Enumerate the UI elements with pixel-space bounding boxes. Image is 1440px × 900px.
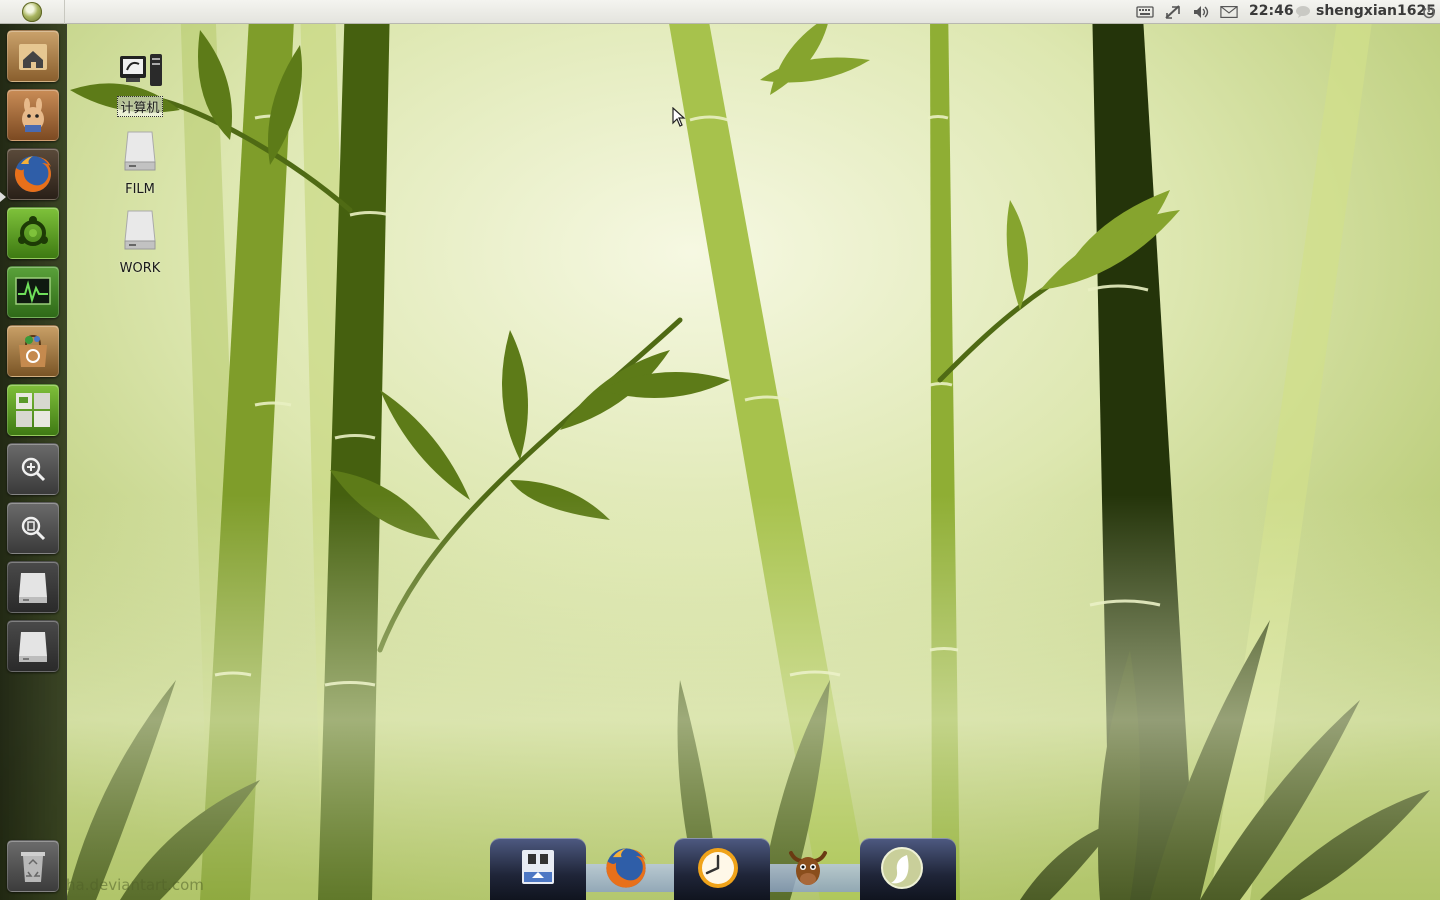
session-menu[interactable] [1420, 0, 1438, 24]
system-monitor-icon [15, 277, 51, 305]
launcher-item-firefox[interactable] [7, 148, 59, 200]
desktop-icon-computer[interactable]: 计算机 [105, 50, 175, 117]
desktop-icon-work[interactable]: WORK [105, 207, 175, 276]
software-center-icon [19, 334, 47, 367]
launcher-item-workspace-switcher[interactable] [7, 384, 59, 436]
files-search-icon [21, 516, 46, 541]
unity-launcher [0, 24, 67, 900]
apps-search-icon [21, 457, 46, 482]
chat-status[interactable] [1294, 0, 1312, 24]
ubuntu-tweak-icon [18, 216, 48, 246]
drive-icon [124, 131, 156, 171]
trash-icon [21, 852, 45, 882]
drive-icon [19, 632, 47, 662]
launcher-item-ubuntu-tweak[interactable] [7, 207, 59, 259]
dock-item-moose[interactable] [780, 840, 836, 896]
wallpaper-watermark: ha.deviantart.com [66, 876, 204, 894]
firefox-icon [606, 848, 646, 888]
volume-icon[interactable] [1192, 3, 1210, 21]
desktop-icon-label: 计算机 [117, 96, 163, 117]
desktop-icon-film[interactable]: FILM [105, 128, 175, 197]
drive-icon [19, 573, 47, 603]
dock-bar [478, 834, 968, 900]
docky-settings-icon [522, 850, 554, 884]
launcher-item-drive-2[interactable] [7, 620, 59, 672]
mouse-cursor-icon [672, 107, 686, 127]
launcher-item-hamster[interactable] [7, 89, 59, 141]
top-panel: 22:46 shengxian1625 [0, 0, 1440, 24]
desktop-wallpaper [0, 0, 1440, 900]
launcher-item-software-center[interactable] [7, 325, 59, 377]
panel-clock[interactable]: 22:46 [1249, 3, 1294, 19]
panel-separator [64, 0, 65, 24]
dock-item-clock[interactable] [690, 840, 746, 896]
computer-icon [120, 54, 162, 86]
dock-item-firefox[interactable] [598, 840, 654, 896]
system-tray [1136, 0, 1238, 24]
keyboard-icon[interactable] [1136, 3, 1154, 21]
clock-icon [698, 848, 738, 888]
chat-icon[interactable] [1294, 3, 1312, 21]
power-icon[interactable] [1420, 3, 1438, 21]
launcher-item-applications-lens[interactable] [7, 443, 59, 495]
running-app-indicator [0, 192, 6, 202]
hamster-icon [22, 98, 44, 132]
system-menu-logo-icon[interactable] [22, 2, 42, 22]
desktop-icon-label: WORK [119, 261, 161, 276]
user-menu[interactable]: shengxian1625 [1316, 3, 1436, 19]
drive-icon [124, 210, 156, 250]
launcher-item-files-lens[interactable] [7, 502, 59, 554]
gnome-foot-icon [881, 847, 923, 889]
workspace-switcher-icon [16, 393, 50, 427]
firefox-icon [14, 156, 52, 192]
launcher-item-trash[interactable] [7, 840, 59, 892]
mail-icon[interactable] [1220, 3, 1238, 21]
dock-item-gnome-foot[interactable] [874, 840, 930, 896]
home-folder-icon [19, 44, 47, 70]
launcher-item-system-monitor[interactable] [7, 266, 59, 318]
network-icon[interactable] [1164, 3, 1182, 21]
launcher-item-home-folder[interactable] [7, 30, 59, 82]
moose-icon [789, 851, 827, 885]
launcher-item-drive-1[interactable] [7, 561, 59, 613]
dock-item-docky-settings[interactable] [510, 840, 566, 896]
desktop-icon-label: FILM [125, 182, 155, 197]
